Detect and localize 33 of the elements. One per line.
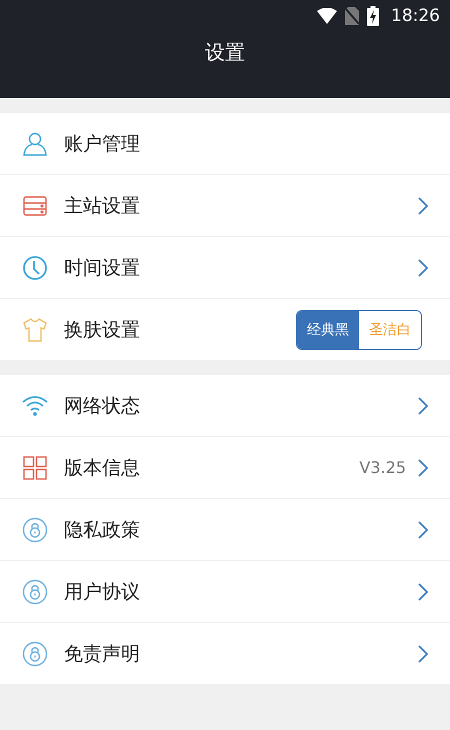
settings-row[interactable]: 主站设置 <box>0 175 450 237</box>
battery-charging-icon <box>367 6 379 26</box>
row-label: 账户管理 <box>64 132 140 156</box>
settings-row[interactable]: 换肤设置 经典黑 圣洁白 <box>0 299 450 360</box>
status-time: 18:26 <box>391 6 440 26</box>
row-label: 隐私政策 <box>64 518 140 542</box>
row-label: 免责声明 <box>64 642 140 666</box>
row-label: 版本信息 <box>64 456 140 480</box>
settings-row[interactable]: 免责声明 <box>0 623 450 684</box>
settings-row[interactable]: 账户管理 <box>0 113 450 175</box>
row-label: 用户协议 <box>64 580 140 604</box>
settings-row[interactable]: 用户协议 <box>0 561 450 623</box>
version-value: V3.25 <box>359 458 406 477</box>
grid-icon <box>22 454 48 480</box>
row-label: 主站设置 <box>64 194 140 218</box>
settings-row[interactable]: 网络状态 <box>0 375 450 437</box>
person-icon <box>22 130 48 156</box>
row-label: 网络状态 <box>64 394 140 418</box>
row-label: 时间设置 <box>64 256 140 280</box>
lock-icon <box>22 578 48 604</box>
page-title: 设置 <box>204 39 246 66</box>
shirt-icon <box>22 316 48 342</box>
no-sim-icon <box>345 7 359 25</box>
settings-row[interactable]: 隐私政策 <box>0 499 450 561</box>
lock-icon <box>22 640 48 666</box>
lock-icon <box>22 516 48 542</box>
settings-row[interactable]: 时间设置 <box>0 237 450 299</box>
settings-row[interactable]: 版本信息 V3.25 <box>0 437 450 499</box>
wifi-signal-icon <box>317 8 337 24</box>
clock-icon <box>22 254 48 280</box>
theme-segmented-control[interactable]: 经典黑 圣洁白 <box>296 310 422 350</box>
theme-option[interactable]: 经典黑 <box>297 310 359 348</box>
row-label: 换肤设置 <box>64 318 140 342</box>
